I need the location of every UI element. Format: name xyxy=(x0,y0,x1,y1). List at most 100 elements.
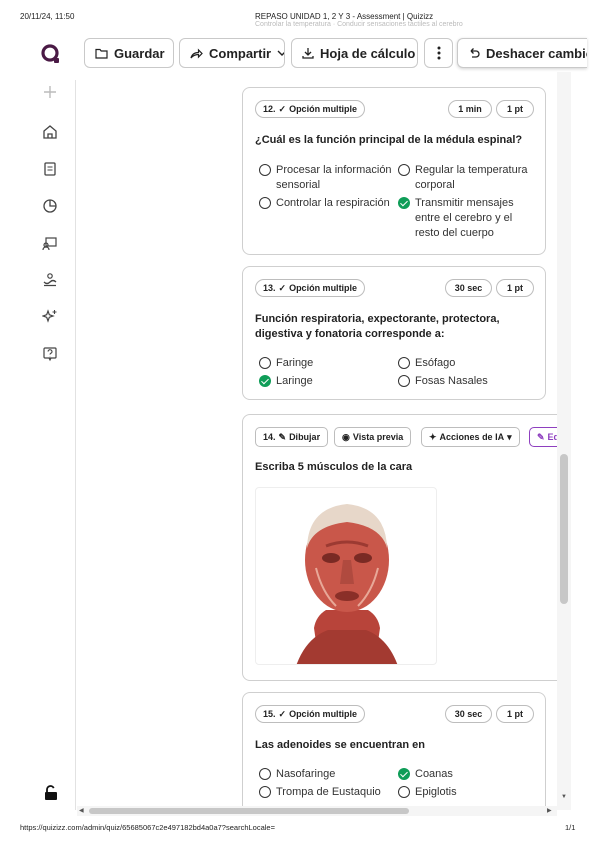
more-options-button[interactable] xyxy=(424,38,453,68)
edit-button[interactable]: ✎ Ed xyxy=(529,427,557,447)
answer-option: Fosas Nasales xyxy=(398,374,538,389)
ai-sparkle-icon[interactable] xyxy=(42,309,58,325)
classes-icon[interactable] xyxy=(42,235,58,251)
correct-check-icon xyxy=(259,375,271,387)
spreadsheet-label: Hoja de cálculo xyxy=(320,45,416,61)
answer-option: Esófago xyxy=(398,356,538,371)
check-icon: ✓ xyxy=(278,282,287,293)
question-text: Función respiratoria, expectorante, prot… xyxy=(255,313,500,340)
question-number: 12. xyxy=(263,104,276,114)
ai-sparkle-icon: ✦ xyxy=(429,431,437,442)
scroll-right-arrow-icon[interactable]: ▶ xyxy=(547,807,552,814)
time-badge[interactable]: 1 min xyxy=(448,100,492,118)
time-badge[interactable]: 30 sec xyxy=(445,279,492,297)
question-text: Las adenoides se encuentran en xyxy=(255,739,425,751)
check-icon: ✓ xyxy=(278,103,287,114)
question-type-badge: 13. ✓ Opción multiple xyxy=(255,279,366,297)
question-type: Opción multiple xyxy=(289,104,358,114)
save-button[interactable]: Guardar xyxy=(84,38,174,68)
draw-icon: ✎ xyxy=(278,431,287,442)
points-badge[interactable]: 1 pt xyxy=(496,279,534,297)
question-text: Escriba 5 músculos de la cara xyxy=(255,461,413,473)
edit-label: Ed xyxy=(547,432,557,442)
home-icon[interactable] xyxy=(42,124,58,140)
horizontal-scroll-thumb[interactable] xyxy=(89,808,409,814)
plus-icon[interactable] xyxy=(42,84,58,100)
answer-option: Regular la temperatura corporal xyxy=(398,163,543,193)
undo-label: Deshacer cambios xyxy=(486,45,587,61)
facial-muscles-illustration xyxy=(296,504,398,664)
accommodations-icon[interactable] xyxy=(42,272,58,288)
caret-down-icon: ▾ xyxy=(507,431,512,442)
answer-option-text: Trompa de Eustaquio xyxy=(276,786,381,798)
answer-option-text: Esófago xyxy=(415,357,456,369)
question-type: Opción multiple xyxy=(289,709,358,719)
quizizz-logo-icon[interactable] xyxy=(40,43,62,65)
library-icon[interactable] xyxy=(42,161,58,177)
question-number: 14. xyxy=(263,432,276,442)
question-card[interactable]: 14. ✎ Dibujar ◉ Vista previa ✦ Acciones … xyxy=(242,414,557,681)
question-type-badge: 14. ✎ Dibujar xyxy=(255,427,329,447)
radio-icon xyxy=(259,357,271,369)
question-number: 15. xyxy=(263,709,276,719)
print-date: 20/11/24, 11:50 xyxy=(20,12,75,21)
answer-option-correct: Laringe xyxy=(259,374,389,389)
check-icon: ✓ xyxy=(278,708,287,719)
radio-icon xyxy=(259,768,271,780)
undo-icon xyxy=(470,48,480,58)
radio-icon xyxy=(259,197,271,209)
question-type: Dibujar xyxy=(289,432,321,442)
save-label: Guardar xyxy=(114,45,165,61)
question-number: 13. xyxy=(263,283,276,293)
download-icon xyxy=(302,48,314,59)
answer-option-text: Transmitir mensajes entre el cerebro y e… xyxy=(415,197,514,239)
radio-icon xyxy=(398,786,410,798)
question-card[interactable]: 15. ✓ Opción multiple 30 sec 1 pt Las ad… xyxy=(242,692,546,810)
share-label: Compartir xyxy=(209,45,272,61)
answer-option: Procesar la información sensorial xyxy=(259,163,399,193)
horizontal-scrollbar[interactable]: ◀ ▶ xyxy=(77,806,557,816)
ai-actions-label: Acciones de IA xyxy=(439,432,505,442)
radio-icon xyxy=(398,375,410,387)
answer-option-text: Nasofaringe xyxy=(276,768,336,780)
undo-changes-button[interactable]: Deshacer cambios xyxy=(457,38,587,68)
points-badge[interactable]: 1 pt xyxy=(496,100,534,118)
answer-option-text: Coanas xyxy=(415,768,453,780)
answer-option-text: Regular la temperatura corporal xyxy=(415,164,528,191)
share-button[interactable]: Compartir xyxy=(179,38,285,68)
answer-option-text: Faringe xyxy=(276,357,314,369)
vertical-scroll-thumb[interactable] xyxy=(560,454,568,604)
scroll-down-arrow-icon[interactable]: ▼ xyxy=(561,794,567,800)
answer-option: Trompa de Eustaquio xyxy=(259,785,394,800)
kebab-menu-icon xyxy=(437,46,440,60)
lock-icon[interactable] xyxy=(44,785,58,801)
preview-button[interactable]: ◉ Vista previa xyxy=(334,427,412,447)
question-list: 12. ✓ Opción multiple 1 min 1 pt ¿Cuál e… xyxy=(77,72,557,810)
pencil-icon: ✎ xyxy=(537,431,545,442)
correct-check-icon xyxy=(398,768,410,780)
correct-check-icon xyxy=(398,197,410,209)
question-type: Opción multiple xyxy=(289,283,358,293)
spreadsheet-button[interactable]: Hoja de cálculo xyxy=(291,38,418,68)
answer-option-correct: Transmitir mensajes entre el cerebro y e… xyxy=(398,196,538,241)
answer-option: Controlar la respiración xyxy=(259,196,399,211)
ai-actions-button[interactable]: ✦ Acciones de IA ▾ xyxy=(421,427,520,447)
answer-option: Nasofaringe xyxy=(259,767,389,782)
answer-option-text: Fosas Nasales xyxy=(415,375,488,387)
help-icon[interactable] xyxy=(42,346,58,362)
answer-option-text: Controlar la respiración xyxy=(276,197,390,209)
reports-icon[interactable] xyxy=(42,198,58,214)
question-card[interactable]: 12. ✓ Opción multiple 1 min 1 pt ¿Cuál e… xyxy=(242,87,546,255)
points-badge[interactable]: 1 pt xyxy=(496,705,534,723)
radio-icon xyxy=(259,164,271,176)
time-badge[interactable]: 30 sec xyxy=(445,705,492,723)
question-card[interactable]: 13. ✓ Opción multiple 30 sec 1 pt Funció… xyxy=(242,266,546,400)
eye-icon: ◉ xyxy=(342,431,350,442)
radio-icon xyxy=(398,357,410,369)
scroll-left-arrow-icon[interactable]: ◀ xyxy=(79,807,84,814)
chevron-down-icon xyxy=(277,50,284,56)
answer-option-text: Procesar la información sensorial xyxy=(276,164,392,191)
answer-option: Epiglotis xyxy=(398,785,538,800)
vertical-scrollbar[interactable]: ▼ xyxy=(557,72,571,810)
top-toolbar: Guardar Compartir Hoja de cálculo Deshac… xyxy=(0,36,587,72)
